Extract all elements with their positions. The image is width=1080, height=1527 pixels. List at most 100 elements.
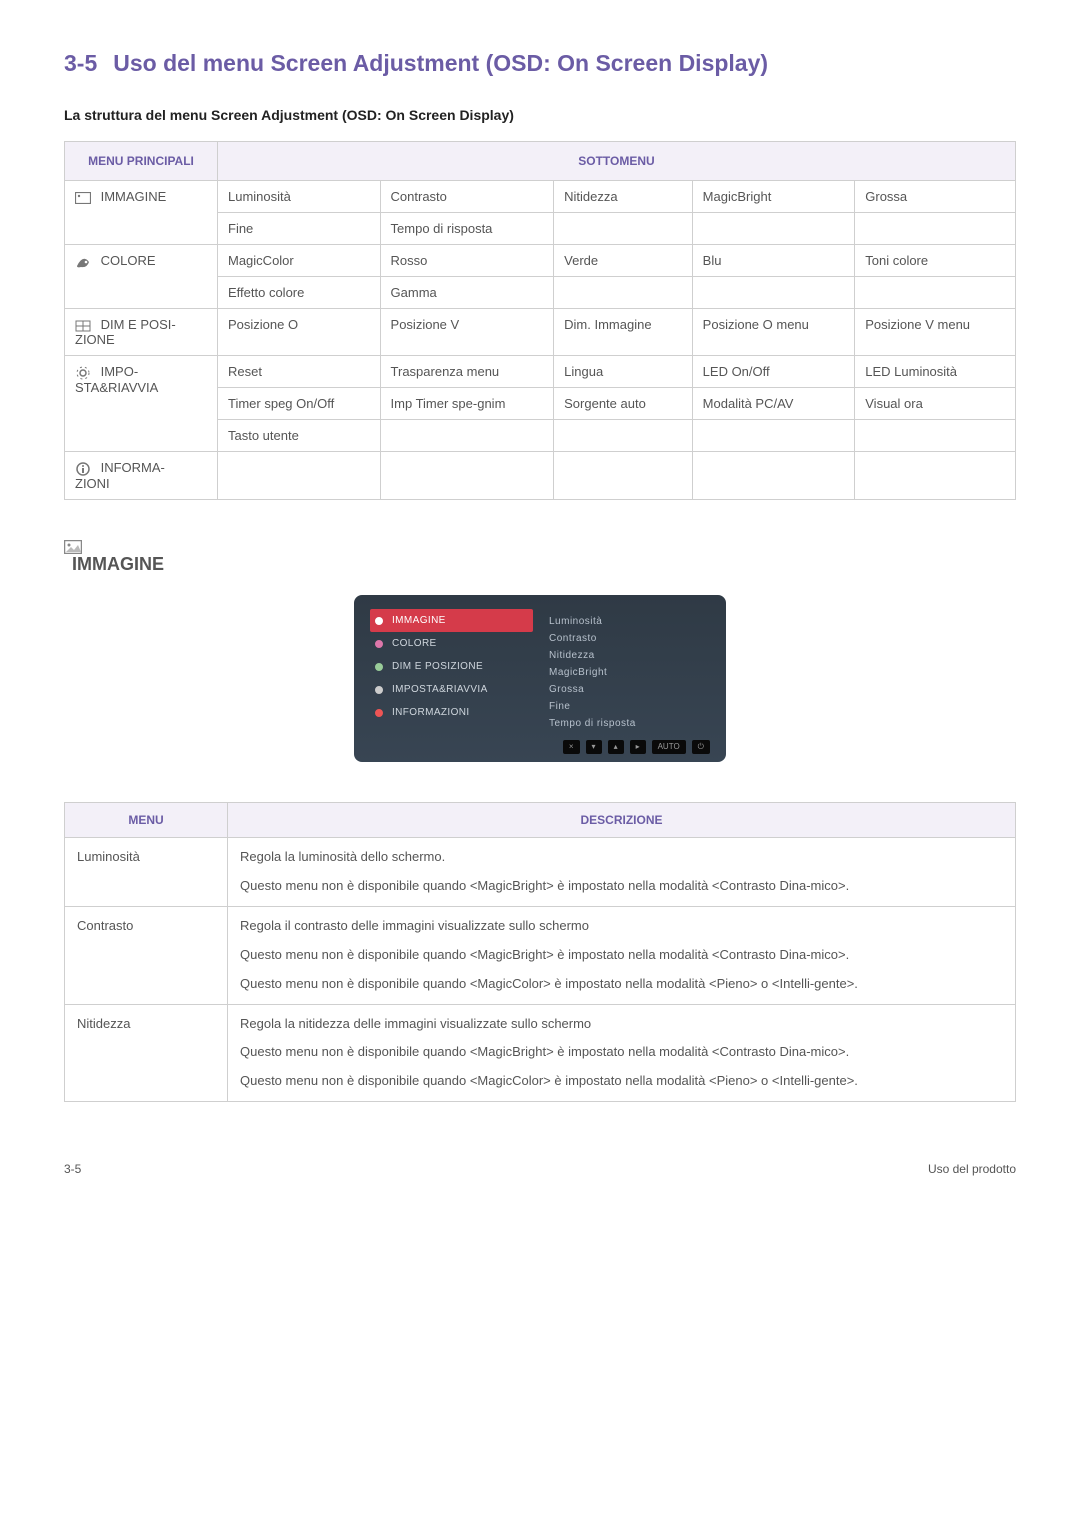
submenu-cell <box>554 452 693 500</box>
th-main-menus: MENU PRINCIPALI <box>65 142 218 181</box>
desc-menu-name: Nitidezza <box>65 1004 228 1102</box>
submenu-cell: Posizione O menu <box>692 309 855 356</box>
submenu-cell: Toni colore <box>855 245 1016 277</box>
submenu-cell: Tasto utente <box>218 420 381 452</box>
desc-paragraph: Questo menu non è disponibile quando <Ma… <box>240 946 1003 965</box>
submenu-cell <box>692 213 855 245</box>
submenu-cell <box>855 420 1016 452</box>
submenu-cell <box>855 452 1016 500</box>
image-icon <box>64 540 1016 554</box>
section-title-text: Uso del menu Screen Adjustment (OSD: On … <box>113 50 768 76</box>
section-number: 3-5 <box>64 50 97 76</box>
submenu-cell <box>380 452 554 500</box>
desc-menu-name: Luminosità <box>65 838 228 907</box>
settings-icon <box>75 366 91 380</box>
menu-structure-table: MENU PRINCIPALI SOTTOMENU IMMAGINELumino… <box>64 141 1016 500</box>
osd-submenu-item: Grossa <box>547 681 710 698</box>
osd-menu-item: IMPOSTA&RIAVVIA <box>370 678 533 701</box>
desc-text: Regola il contrasto delle immagini visua… <box>228 907 1016 1005</box>
description-table: MENU DESCRIZIONE LuminositàRegola la lum… <box>64 802 1016 1102</box>
submenu-cell <box>554 277 693 309</box>
image-icon <box>374 616 384 626</box>
osd-menu-item: IMMAGINE <box>370 609 533 632</box>
desc-paragraph: Questo menu non è disponibile quando <Ma… <box>240 1072 1003 1091</box>
desc-paragraph: Regola la nitidezza delle immagini visua… <box>240 1015 1003 1034</box>
th-submenus: SOTTOMENU <box>218 142 1016 181</box>
desc-text: Regola la nitidezza delle immagini visua… <box>228 1004 1016 1102</box>
osd-footer-button: AUTO <box>652 740 686 754</box>
submenu-cell: Effetto colore <box>218 277 381 309</box>
desc-menu-name: Contrasto <box>65 907 228 1005</box>
desc-text: Regola la luminosità dello schermo. Quest… <box>228 838 1016 907</box>
submenu-cell: Lingua <box>554 356 693 388</box>
submenu-cell: Reset <box>218 356 381 388</box>
osd-menu-item: INFORMAZIONI <box>370 701 533 724</box>
submenu-cell: Trasparenza menu <box>380 356 554 388</box>
osd-submenu-item: Luminosità <box>547 613 710 630</box>
color-icon <box>75 256 91 268</box>
submenu-cell: Fine <box>218 213 381 245</box>
submenu-cell: Luminosità <box>218 181 381 213</box>
info-icon <box>374 708 384 718</box>
submenu-cell: LED On/Off <box>692 356 855 388</box>
osd-submenu-item: Fine <box>547 698 710 715</box>
image-icon <box>75 192 91 204</box>
submenu-cell <box>380 420 554 452</box>
osd-menu-label: COLORE <box>392 638 437 649</box>
osd-footer-button: ▸ <box>630 740 646 754</box>
submenu-cell: LED Luminosità <box>855 356 1016 388</box>
submenu-cell: Nitidezza <box>554 181 693 213</box>
desc-paragraph: Regola la luminosità dello schermo. <box>240 848 1003 867</box>
desc-paragraph: Regola il contrasto delle immagini visua… <box>240 917 1003 936</box>
osd-menu-label: IMPOSTA&RIAVVIA <box>392 684 488 695</box>
osd-footer-button: ⏻ <box>692 740 710 754</box>
osd-submenu-item: Nitidezza <box>547 647 710 664</box>
submenu-cell: Posizione V <box>380 309 554 356</box>
osd-menu-item: COLORE <box>370 632 533 655</box>
category-heading-text: IMMAGINE <box>72 554 164 574</box>
submenu-cell: Modalità PC/AV <box>692 388 855 420</box>
osd-footer-button: ▾ <box>586 740 602 754</box>
th-menu: MENU <box>65 803 228 838</box>
submenu-cell: Timer speg On/Off <box>218 388 381 420</box>
submenu-cell <box>855 277 1016 309</box>
osd-submenu-item: MagicBright <box>547 664 710 681</box>
menu-row-head: COLORE <box>65 245 218 309</box>
page-footer: 3-5 Uso del prodotto <box>64 1162 1016 1176</box>
category-heading: IMMAGINE <box>64 540 1016 576</box>
submenu-cell <box>692 277 855 309</box>
submenu-cell <box>218 452 381 500</box>
settings-icon <box>374 685 384 695</box>
position-icon <box>75 320 91 332</box>
submenu-cell: Visual ora <box>855 388 1016 420</box>
info-icon <box>75 462 91 476</box>
submenu-cell: Dim. Immagine <box>554 309 693 356</box>
submenu-cell <box>554 213 693 245</box>
osd-preview: IMMAGINE COLORE DIM E POSIZIONE IMPOSTA&RIA… <box>354 595 726 762</box>
submenu-cell: Contrasto <box>380 181 554 213</box>
osd-menu-item: DIM E POSIZIONE <box>370 655 533 678</box>
footer-right: Uso del prodotto <box>928 1162 1016 1176</box>
menu-row-head: DIM E POSI-ZIONE <box>65 309 218 356</box>
osd-menu-label: IMMAGINE <box>392 615 446 626</box>
submenu-cell: Gamma <box>380 277 554 309</box>
submenu-cell: Tempo di risposta <box>380 213 554 245</box>
submenu-cell: Rosso <box>380 245 554 277</box>
submenu-cell: Sorgente auto <box>554 388 693 420</box>
osd-footer-button: ▴ <box>608 740 624 754</box>
submenu-cell <box>692 452 855 500</box>
page-title: 3-5 Uso del menu Screen Adjustment (OSD: … <box>64 50 1016 77</box>
color-icon <box>374 639 384 649</box>
menu-row-head: INFORMA-ZIONI <box>65 452 218 500</box>
submenu-cell <box>554 420 693 452</box>
desc-paragraph: Questo menu non è disponibile quando <Ma… <box>240 877 1003 896</box>
submenu-cell: Imp Timer spe-gnim <box>380 388 554 420</box>
menu-row-head: IMMAGINE <box>65 181 218 245</box>
desc-paragraph: Questo menu non è disponibile quando <Ma… <box>240 1043 1003 1062</box>
osd-menu-label: INFORMAZIONI <box>392 707 470 718</box>
submenu-cell: MagicBright <box>692 181 855 213</box>
submenu-cell: MagicColor <box>218 245 381 277</box>
th-desc: DESCRIZIONE <box>228 803 1016 838</box>
submenu-cell: Blu <box>692 245 855 277</box>
submenu-cell: Posizione O <box>218 309 381 356</box>
